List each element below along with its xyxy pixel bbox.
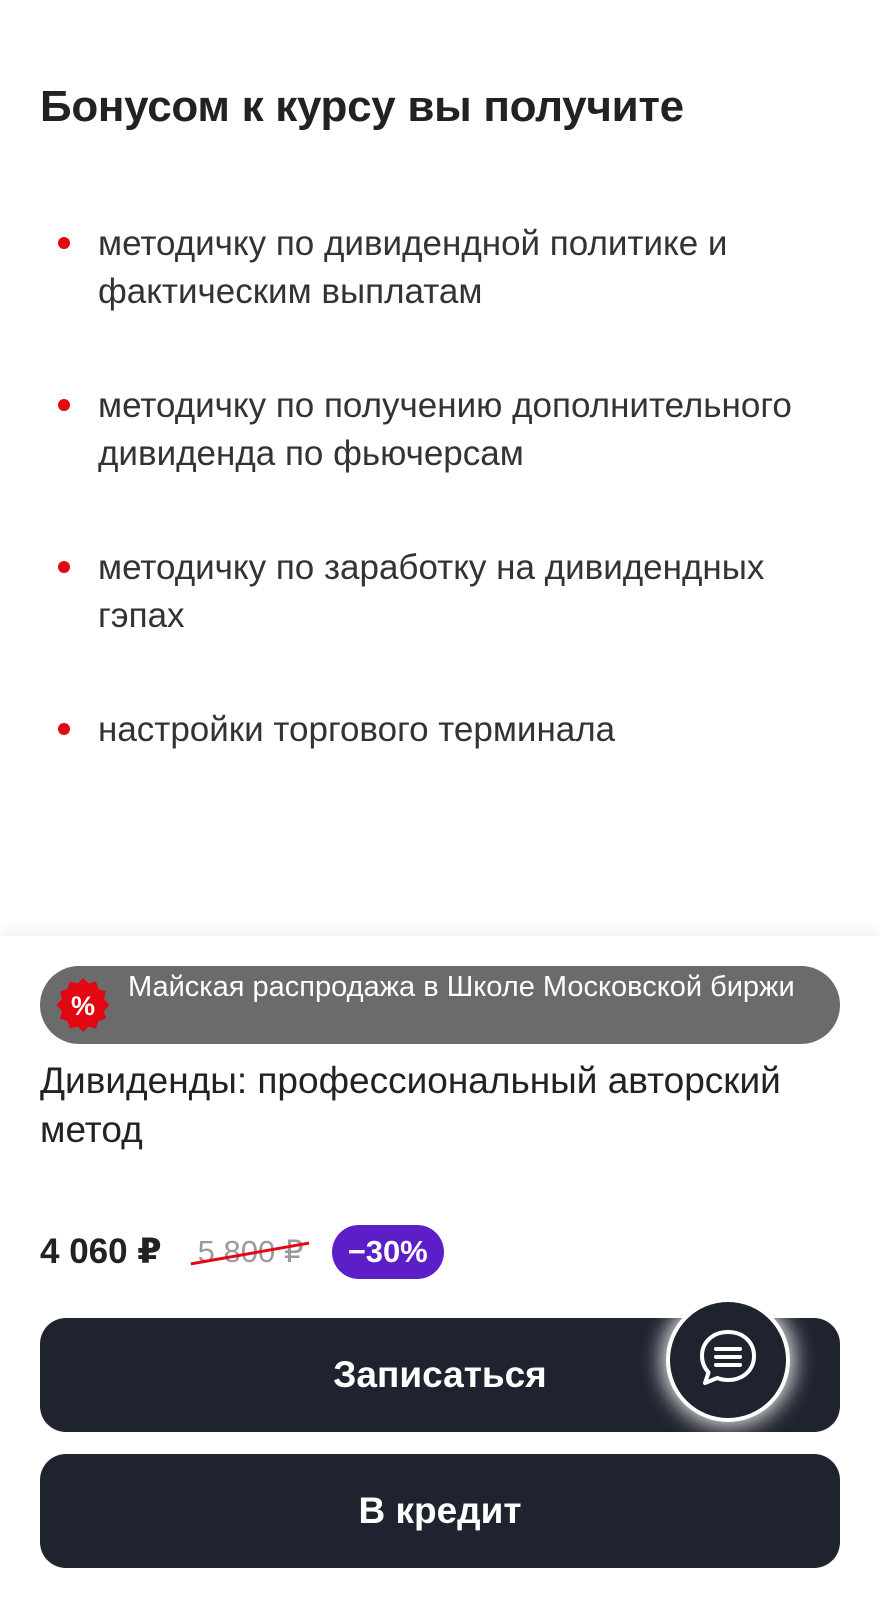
svg-text:%: % (71, 991, 95, 1021)
course-title: Дивиденды: профессиональный авторский ме… (40, 1060, 781, 1150)
sale-banner-text: Майская распродажа в Школе Московской би… (128, 971, 795, 1003)
chat-bubble-icon (693, 1323, 763, 1398)
bonus-list-item: методичку по заработку на дивидендных гэ… (0, 544, 880, 640)
price-row: 4 060 ₽ 5 800 ₽ −30% (40, 1224, 444, 1280)
sale-banner[interactable]: % Майская распродажа в Школе Московской … (40, 966, 840, 1044)
bonus-section-title: Бонусом к курсу вы получите (40, 82, 684, 131)
bonus-item-text: методичку по получению дополнительного д… (98, 386, 792, 473)
percent-badge-icon: % (54, 976, 112, 1034)
bonus-list-item: методичку по получению дополнительного д… (0, 382, 880, 478)
current-price: 4 060 ₽ (40, 1232, 162, 1271)
chat-button[interactable] (670, 1302, 786, 1418)
bullet-dot-icon (58, 237, 70, 249)
bonus-list: методичку по дивидендной политике и факт… (0, 220, 880, 754)
bullet-dot-icon (58, 399, 70, 411)
bonus-list-item: методичку по дивидендной политике и факт… (0, 220, 880, 316)
bullet-dot-icon (58, 561, 70, 573)
bonus-list-item: настройки торгового терминала (0, 706, 880, 754)
credit-button[interactable]: В кредит (40, 1454, 840, 1568)
discount-badge: −30% (331, 1225, 444, 1279)
bullet-dot-icon (58, 723, 70, 735)
bonus-item-text: методичку по заработку на дивидендных гэ… (98, 548, 765, 635)
old-price: 5 800 ₽ (197, 1234, 304, 1269)
page: Бонусом к курсу вы получите методичку по… (0, 0, 880, 1600)
bonus-item-text: методичку по дивидендной политике и факт… (98, 224, 728, 311)
purchase-panel: % Майская распродажа в Школе Московской … (0, 936, 880, 1600)
bonus-item-text: настройки торгового терминала (98, 710, 616, 749)
